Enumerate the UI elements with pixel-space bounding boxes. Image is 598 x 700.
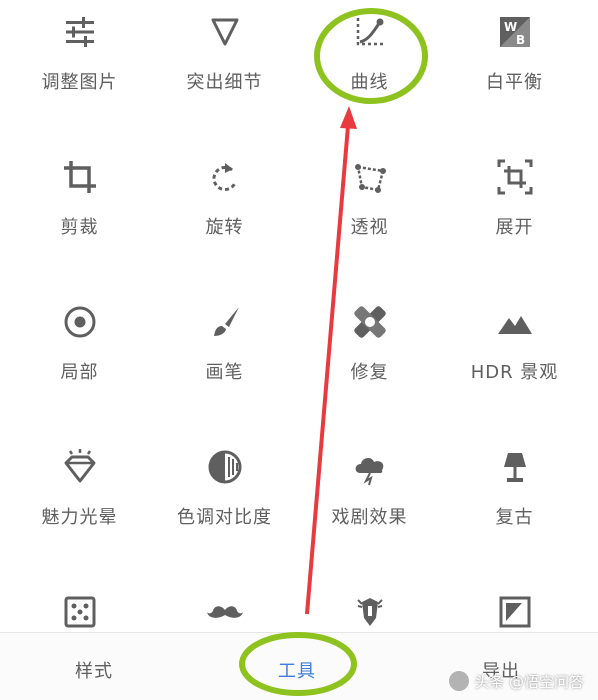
tool-label: 展开	[495, 217, 534, 238]
crop-icon	[60, 157, 100, 197]
tonal-contrast-icon	[205, 447, 245, 487]
tab-tools[interactable]: 工具	[278, 657, 316, 683]
tool-label: 局部	[60, 362, 99, 383]
sliders-icon	[60, 12, 100, 52]
tool-adjust-image[interactable]: 调整图片	[7, 0, 152, 120]
tool-label: 突出细节	[186, 72, 263, 93]
tool-label: 戏剧效果	[331, 507, 408, 528]
vintage-lamp-icon	[495, 447, 535, 487]
tool-label: 魅力光晕	[41, 507, 118, 528]
tool-label: 调整图片	[41, 72, 118, 93]
tool-brush[interactable]: 画笔	[152, 290, 297, 410]
tool-hdr-scape[interactable]: HDR 景观	[442, 290, 587, 410]
tool-curves[interactable]: 曲线	[297, 0, 442, 120]
selective-icon	[60, 302, 100, 342]
curve-icon	[350, 12, 390, 52]
tool-glamour-glow[interactable]: 魅力光晕	[7, 435, 152, 555]
expand-icon	[495, 157, 535, 197]
tool-label: 画笔	[205, 362, 244, 383]
glamour-glow-icon	[60, 447, 100, 487]
tool-label: 色调对比度	[177, 507, 272, 528]
tool-label: 曲线	[350, 72, 389, 93]
mountain-icon	[495, 302, 535, 342]
drama-icon	[350, 447, 390, 487]
healing-icon	[350, 302, 390, 342]
tool-label: 剪裁	[60, 217, 99, 238]
white-balance-icon: W B	[495, 12, 535, 52]
tool-label: HDR 景观	[470, 362, 559, 383]
grainy-film-icon	[60, 592, 100, 632]
mustache-icon	[205, 592, 245, 632]
tool-expand[interactable]: 展开	[442, 145, 587, 265]
tool-healing[interactable]: 修复	[297, 290, 442, 410]
tool-label: 旋转	[205, 217, 244, 238]
tool-label: 透视	[350, 217, 389, 238]
tool-label: 修复	[350, 362, 389, 383]
tool-perspective[interactable]: 透视	[297, 145, 442, 265]
tool-vintage[interactable]: 复古	[442, 435, 587, 555]
frames-icon	[495, 592, 535, 632]
watermark: 头条 @悟空问答	[448, 669, 584, 693]
tool-label: 复古	[495, 507, 534, 528]
svg-text:B: B	[516, 33, 525, 47]
tool-selective[interactable]: 局部	[7, 290, 152, 410]
triangle-down-icon	[205, 12, 245, 52]
tab-styles[interactable]: 样式	[75, 657, 113, 683]
perspective-icon	[350, 157, 390, 197]
tool-drama[interactable]: 戏剧效果	[297, 435, 442, 555]
tool-label: 白平衡	[486, 72, 543, 93]
watermark-logo-icon	[448, 670, 471, 692]
tool-tonal-contrast[interactable]: 色调对比度	[152, 435, 297, 555]
brush-icon	[205, 302, 245, 342]
tool-white-balance[interactable]: W B 白平衡	[442, 0, 587, 120]
tools-grid: 调整图片 突出细节 曲线 W B 白平衡 剪裁 旋转 透视 展开 局部 画笔 修…	[0, 0, 598, 632]
grunge-guitar-icon	[350, 592, 390, 632]
tool-details[interactable]: 突出细节	[152, 0, 297, 120]
watermark-text: 头条 @悟空问答	[474, 672, 584, 691]
tool-rotate[interactable]: 旋转	[152, 145, 297, 265]
rotate-icon	[205, 157, 245, 197]
tool-crop[interactable]: 剪裁	[7, 145, 152, 265]
svg-text:W: W	[504, 20, 517, 34]
